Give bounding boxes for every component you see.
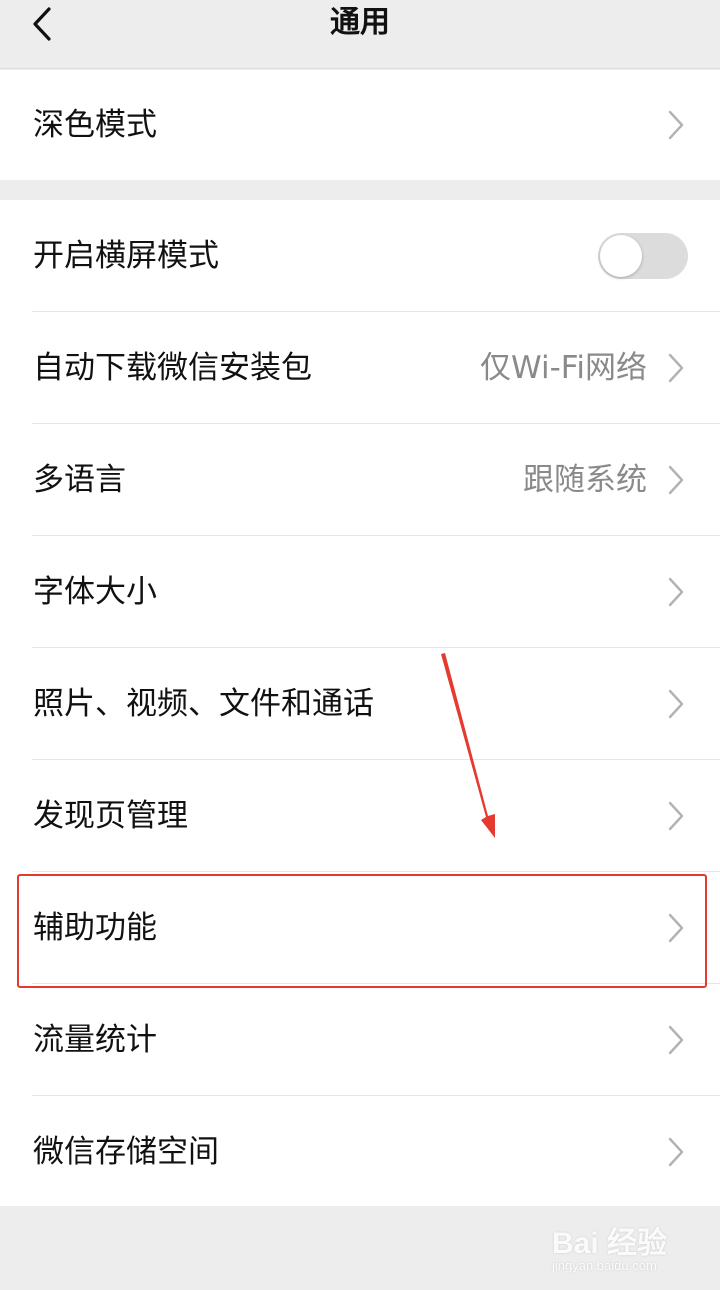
watermark-main: Bai 经验 xyxy=(552,1227,668,1260)
row-label: 辅助功能 xyxy=(33,910,157,946)
row-storage[interactable]: 微信存储空间 xyxy=(0,1096,720,1208)
row-label: 照片、视频、文件和通话 xyxy=(33,686,374,722)
chevron-right-icon xyxy=(668,465,684,495)
settings-group-display: 深色模式 xyxy=(0,70,720,180)
chevron-right-icon xyxy=(668,1025,684,1055)
row-label: 字体大小 xyxy=(33,574,157,610)
nav-bar: 通用 xyxy=(0,0,720,69)
chevron-right-icon xyxy=(668,801,684,831)
row-value: 仅Wi-Fi网络 xyxy=(480,350,647,386)
row-discover-manage[interactable]: 发现页管理 xyxy=(0,760,720,872)
chevron-right-icon xyxy=(668,353,684,383)
row-label: 微信存储空间 xyxy=(33,1134,219,1170)
row-label: 自动下载微信安装包 xyxy=(33,350,312,386)
row-label: 发现页管理 xyxy=(33,798,188,834)
chevron-right-icon xyxy=(668,1137,684,1167)
row-label: 流量统计 xyxy=(33,1022,157,1058)
page-title: 通用 xyxy=(330,5,390,40)
row-accessibility[interactable]: 辅助功能 xyxy=(0,872,720,984)
row-language[interactable]: 多语言 跟随系统 xyxy=(0,424,720,536)
chevron-right-icon xyxy=(668,913,684,943)
landscape-toggle[interactable] xyxy=(598,233,688,279)
row-value: 跟随系统 xyxy=(523,462,647,498)
chevron-right-icon xyxy=(668,689,684,719)
chevron-right-icon xyxy=(668,110,684,140)
toggle-knob xyxy=(600,235,642,277)
row-media-files[interactable]: 照片、视频、文件和通话 xyxy=(0,648,720,760)
settings-group-general: 开启横屏模式 自动下载微信安装包 仅Wi-Fi网络 多语言 跟随系统 字体大小 … xyxy=(0,200,720,1206)
watermark-logo: Bai 经验 jingyan.baidu.com xyxy=(552,1212,712,1282)
watermark-sub: jingyan.baidu.com xyxy=(552,1258,657,1273)
row-dark-mode[interactable]: 深色模式 xyxy=(0,70,720,180)
row-auto-download[interactable]: 自动下载微信安装包 仅Wi-Fi网络 xyxy=(0,312,720,424)
row-label: 开启横屏模式 xyxy=(33,238,219,274)
row-landscape-mode: 开启横屏模式 xyxy=(0,200,720,312)
chevron-right-icon xyxy=(668,577,684,607)
row-font-size[interactable]: 字体大小 xyxy=(0,536,720,648)
row-label: 深色模式 xyxy=(33,107,157,143)
row-label: 多语言 xyxy=(33,462,126,498)
row-data-usage[interactable]: 流量统计 xyxy=(0,984,720,1096)
